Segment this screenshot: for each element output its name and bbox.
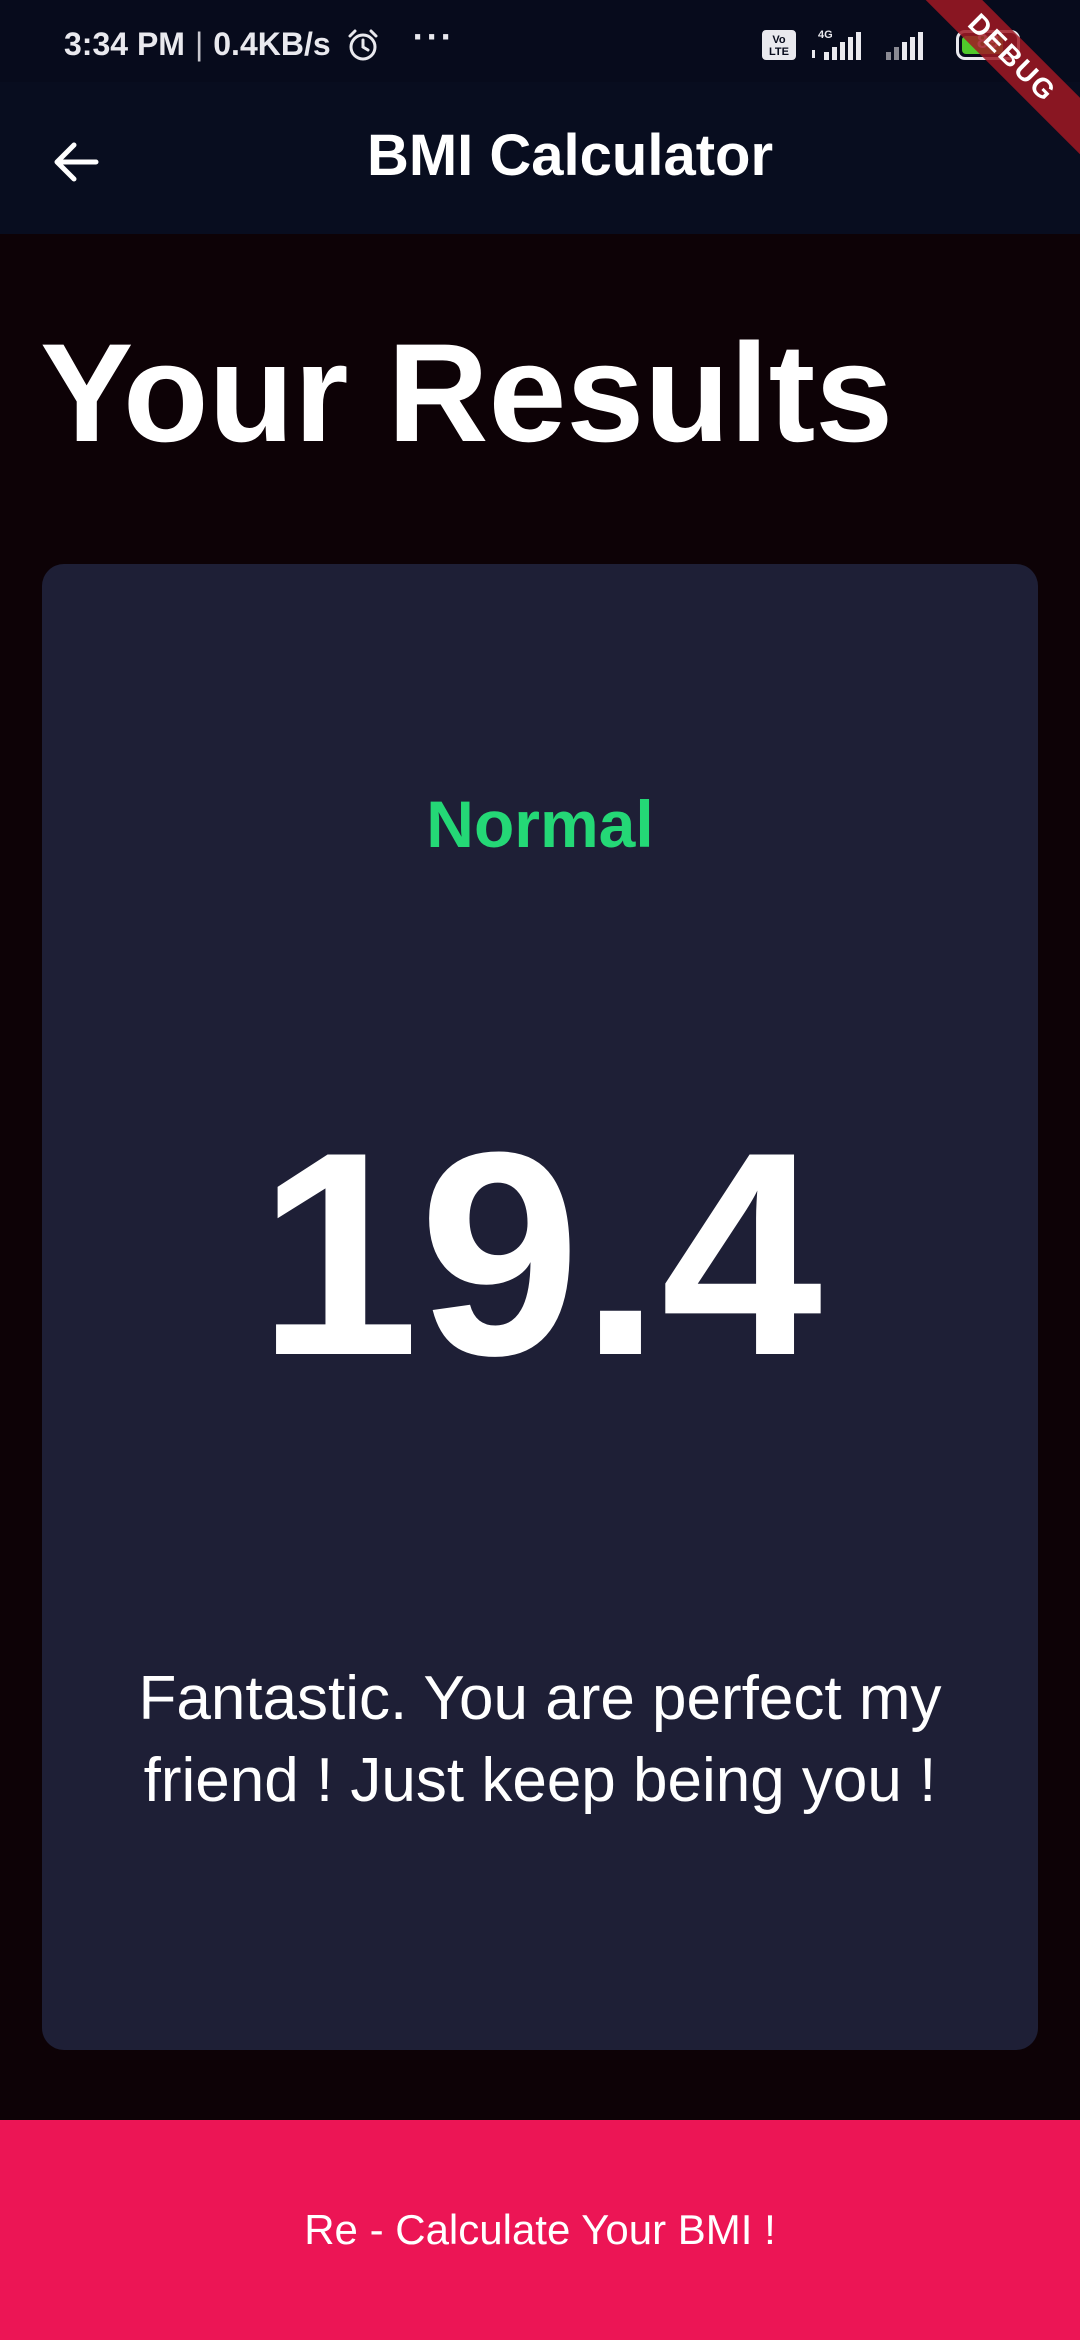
page-title: Your Results — [40, 314, 894, 471]
network-type-label: 4G — [818, 29, 833, 41]
battery-level: 89 — [976, 31, 1000, 53]
result-status: Normal — [426, 787, 654, 861]
status-data-speed: 0.4KB/s — [213, 26, 331, 62]
result-message: Fantastic. You are perfect my friend ! J… — [138, 1664, 942, 1815]
status-bar: 3:34 PM | 0.4KB/s ··· Vo LTE 4G 89 — [0, 0, 1080, 82]
recalculate-button[interactable]: Re - Calculate Your BMI ! — [0, 2120, 1080, 2340]
signal-icon — [884, 28, 930, 62]
result-card: Normal 19.4 Fantastic. You are perfect m… — [42, 564, 1038, 2050]
bmi-value: 19.4 — [257, 1092, 823, 1416]
status-left: 3:34 PM | 0.4KB/s ··· — [64, 15, 455, 63]
status-right: Vo LTE 4G 89 — [762, 28, 1020, 62]
alarm-icon — [348, 29, 378, 60]
status-separator: | — [194, 26, 204, 62]
more-notifications-icon: ··· — [412, 15, 455, 57]
volte-icon: Vo LTE — [762, 30, 796, 60]
signal-4g-icon: 4G — [810, 28, 870, 62]
app-bar-title: BMI Calculator — [366, 123, 774, 188]
app-bar: BMI Calculator — [0, 82, 1080, 234]
status-time: 3:34 PM — [64, 26, 185, 62]
battery-icon: 89 — [956, 30, 1020, 60]
